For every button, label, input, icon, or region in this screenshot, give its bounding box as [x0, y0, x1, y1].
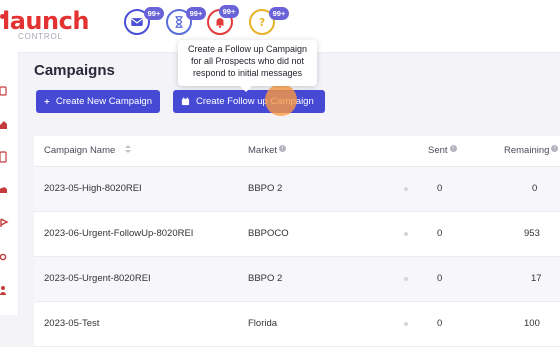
- sidebar-item-campaigns[interactable]: [0, 216, 10, 228]
- sidebar-item-team[interactable]: [0, 283, 10, 295]
- create-follow-up-campaign-button[interactable]: Create Follow up Campaign: [173, 90, 325, 113]
- table-row[interactable]: 2023-06-Urgent-FollowUp-8020REI BBPOCO 0…: [34, 212, 560, 257]
- help-notification[interactable]: ? 99+: [249, 7, 289, 35]
- remaining-count: 953: [524, 228, 540, 239]
- sent-count: 0: [437, 183, 443, 194]
- status-dot: [404, 322, 408, 326]
- table-row[interactable]: 2023-05-Urgent-8020REI BBPO 2 0 17: [34, 257, 560, 302]
- team-icon: [0, 286, 6, 295]
- notification-badge: 99+: [144, 7, 164, 20]
- inbox-icon: [0, 86, 7, 96]
- column-label: Sent: [428, 145, 448, 156]
- page-title: Campaigns: [34, 62, 115, 79]
- remaining-count: 17: [531, 273, 542, 284]
- campaigns-table: Campaign Name Market i Sent i Remaining i 2…: [34, 136, 560, 347]
- market: BBPO 2: [248, 273, 283, 284]
- notification-badge: 99+: [269, 7, 289, 20]
- sidebar: [0, 52, 19, 315]
- hourglass-icon: [175, 16, 183, 28]
- table-header: Campaign Name Market i Sent i Remaining i: [34, 136, 560, 167]
- click-indicator: [265, 84, 297, 116]
- market: BBPOCO: [248, 228, 289, 239]
- sent-count: 0: [437, 228, 443, 239]
- column-header-market: Market i: [248, 145, 287, 156]
- sidebar-item-settings[interactable]: [0, 250, 10, 262]
- column-label: Remaining: [504, 145, 550, 156]
- question-icon: ?: [259, 17, 265, 29]
- campaign-name[interactable]: 2023-06-Urgent-FollowUp-8020REI: [44, 228, 193, 239]
- status-dot: [404, 277, 408, 281]
- button-label: Create New Campaign: [55, 96, 152, 107]
- launch-control-logo[interactable]: launch CONTROL: [0, 6, 102, 42]
- info-icon[interactable]: i: [449, 145, 457, 152]
- logo-subtitle: CONTROL: [18, 32, 63, 41]
- column-header-campaign-name[interactable]: Campaign Name: [44, 145, 131, 156]
- notification-badge: 99+: [219, 5, 239, 18]
- plus-icon: [44, 99, 50, 104]
- column-label: Market: [248, 145, 278, 156]
- contacts-icon: [0, 151, 7, 163]
- follow-up-tooltip: Create a Follow up Campaign for all Pros…: [178, 40, 317, 92]
- status-dot: [404, 232, 408, 236]
- sidebar-item-inbox[interactable]: [0, 84, 10, 96]
- create-new-campaign-button[interactable]: Create New Campaign: [36, 90, 160, 113]
- column-header-remaining: Remaining i: [504, 145, 559, 156]
- gear-icon: [0, 253, 7, 261]
- sidebar-item-contacts[interactable]: [0, 150, 10, 163]
- market: BBPO 2: [248, 183, 283, 194]
- sidebar-item-home[interactable]: [0, 118, 10, 130]
- campaign-name[interactable]: 2023-05-Urgent-8020REI: [44, 273, 151, 284]
- calendar-icon: [181, 97, 190, 106]
- column-label: Campaign Name: [44, 145, 116, 157]
- market: Florida: [248, 318, 278, 329]
- remaining-count: 0: [532, 183, 538, 194]
- table-row[interactable]: 2023-05-Test Florida 0 100: [34, 302, 560, 347]
- info-icon[interactable]: i: [279, 145, 287, 152]
- pending-notification[interactable]: 99+: [166, 7, 206, 35]
- svg-text:?: ?: [259, 17, 265, 29]
- sent-count: 0: [437, 318, 443, 329]
- campaigns-icon: [0, 218, 9, 227]
- cloud-icon: [0, 187, 7, 193]
- main-content: Campaigns Create New Campaign Create Fol…: [18, 40, 560, 347]
- messages-notification[interactable]: 99+: [124, 7, 164, 35]
- sort-icon[interactable]: [124, 145, 131, 156]
- notification-badge: 99+: [186, 7, 206, 20]
- envelope-icon: [131, 18, 143, 26]
- sidebar-item-cloud[interactable]: [0, 183, 10, 195]
- sent-count: 0: [437, 273, 443, 284]
- remaining-count: 100: [524, 318, 540, 329]
- status-dot: [404, 187, 408, 191]
- info-icon[interactable]: i: [551, 145, 559, 152]
- home-icon: [0, 121, 7, 129]
- campaign-name[interactable]: 2023-05-Test: [44, 318, 99, 329]
- table-row[interactable]: 2023-05-High-8020REI BBPO 2 0 0: [34, 167, 560, 212]
- column-header-sent: Sent i: [428, 145, 457, 156]
- campaign-name[interactable]: 2023-05-High-8020REI: [44, 183, 142, 194]
